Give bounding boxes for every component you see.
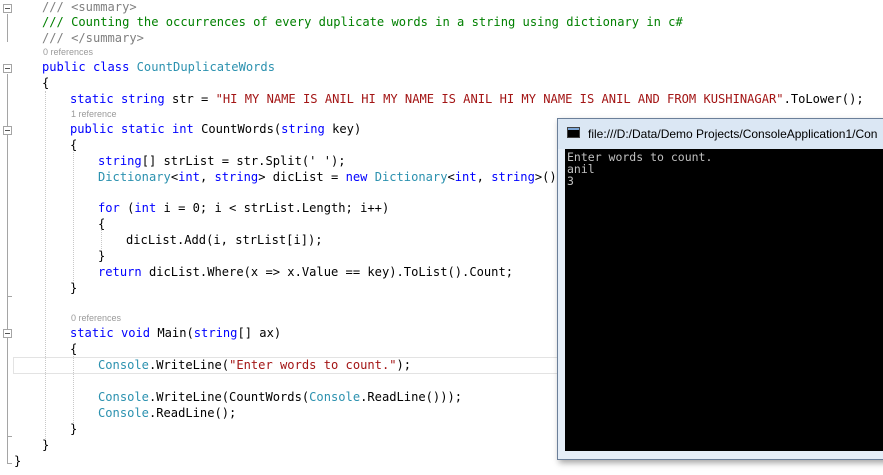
code-line-readline: Console.ReadLine(); bbox=[98, 406, 237, 420]
code-line-writeline-count: Console.WriteLine(CountWords(Console.Rea… bbox=[98, 390, 463, 404]
indent-guide bbox=[45, 91, 46, 441]
code-line-2: /// Counting the occurrences of every du… bbox=[42, 15, 683, 29]
code-line-return: return dicList.Where(x => x.Value == key… bbox=[98, 265, 514, 279]
code-line-class: public class CountDuplicateWords bbox=[42, 60, 275, 74]
code-line-brace: { bbox=[70, 138, 78, 152]
code-line-main: static void Main(string[] ax) bbox=[70, 326, 282, 340]
code-lens-class-references[interactable]: 0 references bbox=[43, 47, 93, 58]
console-window[interactable]: file:///D:/Data/Demo Projects/ConsoleApp… bbox=[557, 118, 883, 460]
code-lens-method-references[interactable]: 1 reference bbox=[71, 109, 117, 120]
code-line-field: static string str = "HI MY NAME IS ANIL … bbox=[70, 92, 864, 106]
console-output-area[interactable]: Enter words to count. anil 3 bbox=[565, 149, 883, 451]
code-line-brace: } bbox=[14, 454, 22, 468]
code-lens-main-references[interactable]: 0 references bbox=[71, 313, 121, 324]
console-output-line: 3 bbox=[567, 174, 574, 188]
code-line-split: string[] strList = str.Split(' '); bbox=[98, 154, 346, 168]
collapse-summary-icon[interactable] bbox=[3, 4, 12, 13]
outline-end bbox=[7, 463, 12, 464]
console-app-icon[interactable] bbox=[567, 127, 580, 138]
code-line-3: /// </summary> bbox=[42, 31, 144, 45]
outline-end bbox=[7, 436, 12, 437]
outline-end bbox=[7, 296, 12, 297]
code-line-brace: { bbox=[70, 342, 78, 356]
code-line-brace: } bbox=[98, 249, 106, 263]
collapse-countwords-icon[interactable] bbox=[3, 126, 12, 135]
outline-gutter bbox=[0, 0, 18, 475]
code-line-brace: } bbox=[70, 422, 78, 436]
collapse-class-icon[interactable] bbox=[3, 64, 12, 73]
outline-line bbox=[7, 14, 8, 42]
code-line-add: dicList.Add(i, strList[i]); bbox=[126, 233, 323, 247]
code-line-1: /// <summary> bbox=[42, 0, 137, 14]
console-title: file:///D:/Data/Demo Projects/ConsoleApp… bbox=[588, 127, 878, 141]
code-line-for: for (int i = 0; i < strList.Length; i++) bbox=[98, 201, 390, 215]
code-line-brace: { bbox=[98, 217, 106, 231]
code-line-brace: } bbox=[42, 438, 50, 452]
indent-guide bbox=[73, 152, 74, 287]
code-line-method: public static int CountWords(string key) bbox=[70, 122, 362, 136]
code-line-dictionary: Dictionary<int, string> dicList = new Di… bbox=[98, 170, 564, 184]
code-line-writeline: Console.WriteLine("Enter words to count.… bbox=[98, 358, 412, 372]
code-line-brace: { bbox=[42, 76, 50, 90]
console-titlebar[interactable]: file:///D:/Data/Demo Projects/ConsoleApp… bbox=[558, 119, 883, 149]
code-line-brace: } bbox=[70, 281, 78, 295]
collapse-main-icon[interactable] bbox=[3, 329, 12, 338]
